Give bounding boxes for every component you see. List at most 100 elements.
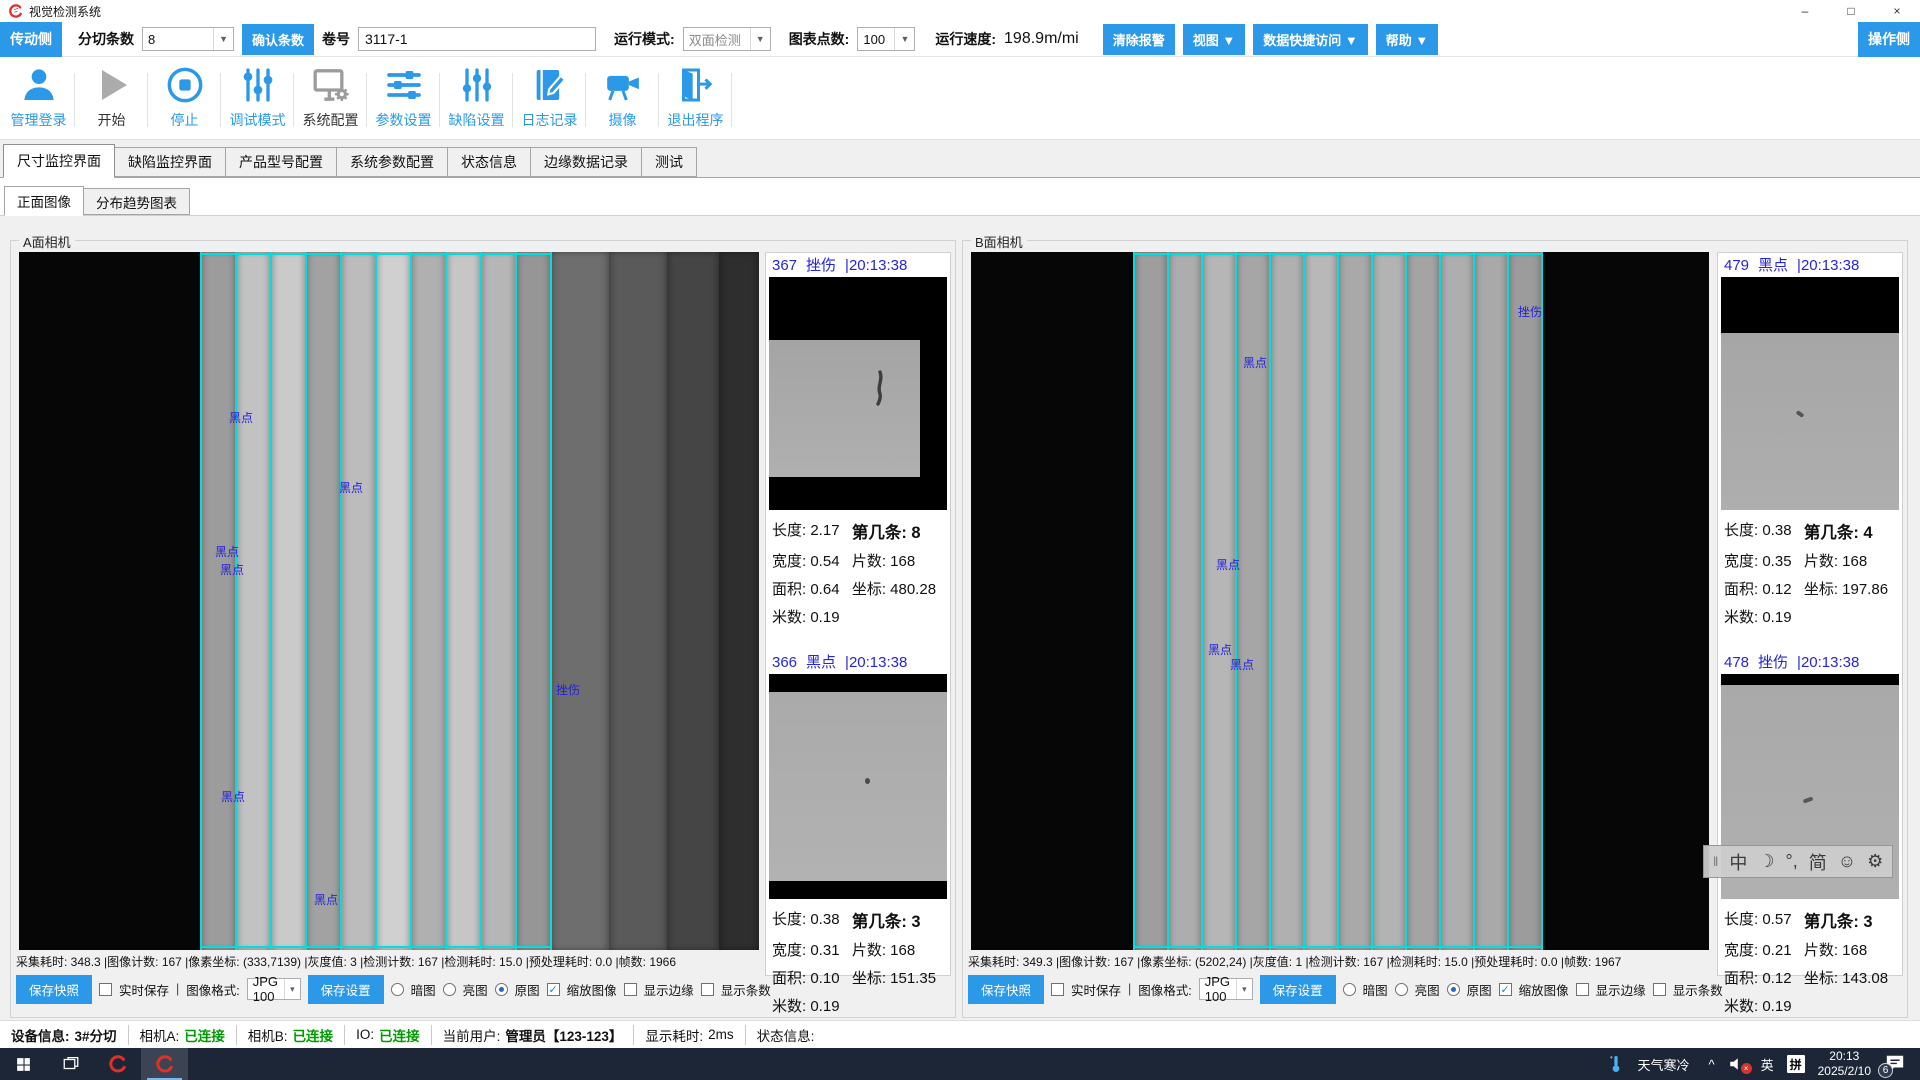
slice-count-select[interactable]: 8 ▼ [142,27,234,51]
dark-image-radio[interactable] [391,983,404,996]
chart-points-value: 100 [863,32,885,47]
defect-overlay-label: 挫伤 [1518,303,1542,320]
show-strips-checkbox[interactable] [1653,983,1666,996]
confirm-count-button[interactable]: 确认条数 [242,24,314,55]
zoom-image-checkbox[interactable] [1499,983,1512,996]
tab-product-model-config[interactable]: 产品型号配置 [225,147,337,177]
tab-status-info[interactable]: 状态信息 [447,147,531,177]
run-mode-select[interactable]: 双面检测 ▼ [683,27,771,51]
realtime-save-checkbox[interactable] [1051,983,1064,996]
show-strips-checkbox[interactable] [701,983,714,996]
clear-alarm-button[interactable]: 清除报警 [1103,24,1175,55]
debug-mode-button[interactable]: 调试模式 [221,57,294,139]
original-image-radio[interactable] [495,983,508,996]
icon-label: 退出程序 [668,110,724,130]
system-tray: 天气寒冷 ^ × 英 拼 20:13 2025/2/10 6 [1608,1049,1920,1079]
save-settings-button[interactable]: 保存设置 [308,975,384,1004]
save-snapshot-button[interactable]: 保存快照 [968,975,1044,1004]
language-indicator[interactable]: 英 [1761,1055,1774,1074]
taskbar-app-icon-active[interactable] [141,1048,188,1080]
data-quick-access-button[interactable]: 数据快捷访问 ▼ [1253,24,1367,55]
tab-defect-monitor[interactable]: 缺陷监控界面 [114,147,226,177]
show-edges-label: 显示边缘 [644,980,694,999]
minimize-button[interactable]: – [1782,0,1828,22]
run-mode-value: 双面检测 [689,30,741,49]
task-view-button[interactable] [47,1048,94,1080]
defect-overlay-label: 黑点 [221,788,245,805]
defect-snapshot [1721,277,1899,510]
tab-test[interactable]: 测试 [641,147,697,177]
save-settings-button[interactable]: 保存设置 [1260,975,1336,1004]
realtime-save-checkbox[interactable] [99,983,112,996]
image-format-label: 图像格式: [1138,980,1191,999]
notification-center-button[interactable]: 6 [1884,1053,1910,1075]
slice-count-value: 8 [148,32,155,47]
sub-tab-bar: 正面图像 分布趋势图表 [0,178,1920,216]
defect-mark [872,370,886,406]
original-image-radio[interactable] [1447,983,1460,996]
ime-simplified-mode[interactable]: 简 [1809,849,1827,875]
run-speed-label: 运行速度: [935,29,996,49]
save-snapshot-button[interactable]: 保存快照 [16,975,92,1004]
volume-muted-icon[interactable]: × [1728,1055,1748,1073]
defect-overlay-label: 黑点 [1230,656,1254,673]
view-menu-button[interactable]: 视图 ▼ [1183,24,1245,55]
defect-type: 挫伤 [806,254,836,275]
defect-card[interactable]: 478 挫伤 |20:13:38 长度: 0.57 第几条: 3 宽度: 0.2… [1720,651,1900,1016]
bright-image-radio[interactable] [443,983,456,996]
tab-system-param-config[interactable]: 系统参数配置 [336,147,448,177]
taskbar-app-icon[interactable] [94,1048,141,1080]
defect-overlay-label: 黑点 [220,561,244,578]
log-record-button[interactable]: 日志记录 [513,57,586,139]
clock[interactable]: 20:13 2025/2/10 [1818,1049,1871,1079]
roll-number-input[interactable]: 3117-1 [358,27,596,51]
operator-side-button[interactable]: 操作侧 [1858,22,1920,57]
chart-points-select[interactable]: 100 ▼ [857,27,915,51]
system-config-button[interactable]: 系统配置 [294,57,367,139]
ime-settings-icon[interactable]: ⚙ [1867,851,1883,872]
zoom-image-checkbox[interactable] [547,983,560,996]
subtab-front-image[interactable]: 正面图像 [4,186,84,216]
image-format-select[interactable]: JPG 100 ▾ [247,978,301,1000]
tab-size-monitor[interactable]: 尺寸监控界面 [3,144,115,178]
show-edges-checkbox[interactable] [624,983,637,996]
windows-taskbar: 天气寒冷 ^ × 英 拼 20:13 2025/2/10 6 [0,1048,1920,1080]
ime-emoji-icon[interactable]: ☺ [1838,851,1856,872]
defect-card[interactable]: 367 挫伤 |20:13:38 长度: 2.17 第几条: 8 宽度: 0.5… [768,254,948,627]
show-edges-checkbox[interactable] [1576,983,1589,996]
close-button[interactable]: × [1874,0,1920,22]
weather-text[interactable]: 天气寒冷 [1637,1055,1689,1074]
ime-chinese-mode[interactable]: 中 [1729,849,1747,875]
show-edges-label: 显示边缘 [1596,980,1646,999]
roll-label: 卷号 [322,29,350,49]
drive-side-button[interactable]: 传动侧 [0,22,62,57]
start-button[interactable]: 开始 [75,57,148,139]
subtab-trend-chart[interactable]: 分布趋势图表 [83,188,190,215]
bright-image-radio[interactable] [1395,983,1408,996]
defect-card[interactable]: 479 黑点 |20:13:38 长度: 0.38 第几条: 4 宽度: 0.3… [1720,254,1900,627]
tab-edge-data-record[interactable]: 边缘数据记录 [530,147,642,177]
exit-program-button[interactable]: 退出程序 [659,57,732,139]
start-menu-button[interactable] [0,1048,47,1080]
dark-image-radio[interactable] [1343,983,1356,996]
param-settings-button[interactable]: 参数设置 [367,57,440,139]
defect-card[interactable]: 366 黑点 |20:13:38 长度: 0.38 第几条: 3 宽度: 0.3… [768,651,948,1016]
thermometer-icon[interactable] [1608,1054,1624,1074]
ime-mode-box[interactable]: 拼 [1787,1055,1805,1073]
help-menu-button[interactable]: 帮助 ▼ [1376,24,1438,55]
admin-login-button[interactable]: 管理登录 [2,57,75,139]
icon-label: 日志记录 [522,110,578,130]
hidden-icons-caret[interactable]: ^ [1708,1057,1714,1072]
stop-icon [165,65,205,105]
stop-button[interactable]: 停止 [148,57,221,139]
chevron-down-icon: ▼ [894,28,909,50]
panel-camera-b: B面相机 挫伤黑点黑点黑点黑点 479 黑点 |20:13:38 长度: 0.3… [962,240,1908,1018]
icon-label: 缺陷设置 [449,110,505,130]
ime-punctuation-icon[interactable]: °, [1786,851,1798,872]
capture-button[interactable]: 摄像 [586,57,659,139]
image-format-select[interactable]: JPG 100 ▾ [1199,978,1253,1000]
drag-handle-icon[interactable]: ‖ [1713,854,1718,869]
ime-halfwidth-icon[interactable]: ☽ [1758,851,1774,872]
defect-settings-button[interactable]: 缺陷设置 [440,57,513,139]
maximize-button[interactable]: □ [1828,0,1874,22]
